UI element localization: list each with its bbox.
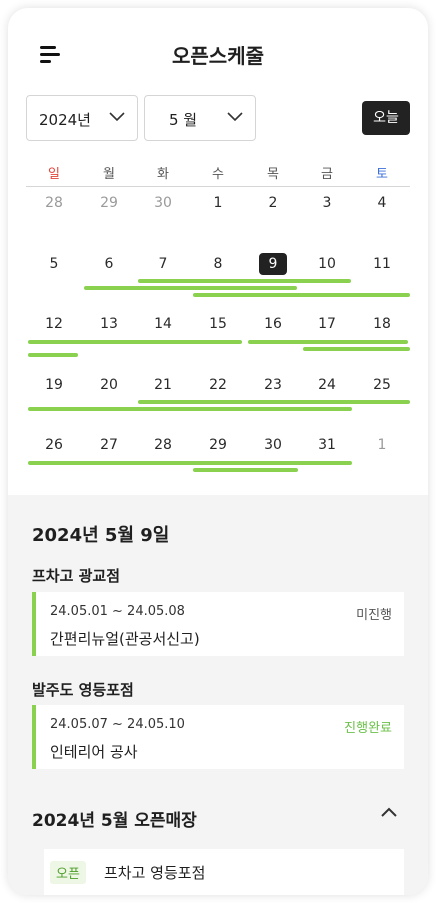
calendar-day[interactable]: 13 bbox=[94, 316, 124, 332]
app-frame: 오픈스케줄 2024년 5 월 오늘 일 월 화 수 목 금 토 28 29 30 1… bbox=[8, 8, 428, 895]
status-badge: 미진행 bbox=[356, 608, 392, 623]
header: 오픈스케줄 bbox=[8, 8, 428, 88]
chevron-down-icon bbox=[227, 112, 243, 122]
chevron-down-icon bbox=[109, 112, 125, 122]
calendar-day[interactable]: 21 bbox=[148, 377, 178, 393]
calendar-day[interactable]: 20 bbox=[94, 377, 124, 393]
weekday-fri: 금 bbox=[321, 167, 333, 182]
schedule-bar bbox=[28, 340, 242, 344]
schedule-bar bbox=[193, 293, 410, 297]
calendar-day[interactable]: 8 bbox=[203, 256, 233, 272]
calendar-day[interactable]: 5 bbox=[39, 256, 69, 272]
weekday-sat: 토 bbox=[376, 167, 388, 182]
schedule-bar bbox=[28, 353, 78, 357]
schedule-bar bbox=[138, 400, 410, 404]
schedule-bar bbox=[193, 468, 298, 472]
calendar-day[interactable]: 14 bbox=[148, 316, 178, 332]
weekday-divider bbox=[26, 186, 410, 187]
calendar-day[interactable]: 29 bbox=[203, 437, 233, 453]
year-select[interactable]: 2024년 bbox=[26, 95, 138, 141]
schedule-bar bbox=[28, 407, 352, 411]
calendar-day[interactable]: 1 bbox=[367, 437, 397, 453]
calendar-day[interactable]: 28 bbox=[148, 437, 178, 453]
weekday-sun: 일 bbox=[48, 167, 60, 182]
weekday-thu: 목 bbox=[267, 167, 279, 182]
schedule-task: 간편리뉴얼(관공서신고) bbox=[50, 630, 200, 648]
calendar-day[interactable]: 22 bbox=[203, 377, 233, 393]
calendar-day[interactable]: 11 bbox=[367, 256, 397, 272]
calendar-day[interactable]: 25 bbox=[367, 377, 397, 393]
calendar-day[interactable]: 2 bbox=[258, 195, 288, 211]
schedule-bar bbox=[138, 279, 351, 283]
today-button[interactable]: 오늘 bbox=[362, 101, 410, 135]
calendar-day[interactable]: 30 bbox=[148, 195, 178, 211]
selected-date-title: 2024년 5월 9일 bbox=[32, 525, 170, 546]
calendar-day[interactable]: 7 bbox=[148, 256, 178, 272]
calendar-day[interactable]: 27 bbox=[94, 437, 124, 453]
calendar-day[interactable]: 17 bbox=[312, 316, 342, 332]
open-store-name: 프차고 영등포점 bbox=[104, 864, 206, 882]
schedule-bar bbox=[28, 461, 352, 465]
calendar-day[interactable]: 18 bbox=[367, 316, 397, 332]
schedule-bar bbox=[303, 347, 410, 351]
weekday-mon: 월 bbox=[103, 167, 115, 182]
schedule-date-range: 24.05.01 ~ 24.05.08 bbox=[50, 604, 185, 619]
month-select[interactable]: 5 월 bbox=[144, 95, 256, 141]
calendar-day[interactable]: 4 bbox=[367, 195, 397, 211]
calendar-day[interactable]: 28 bbox=[39, 195, 69, 211]
schedule-card[interactable]: 24.05.01 ~ 24.05.08 간편리뉴얼(관공서신고) 미진행 bbox=[32, 592, 404, 656]
calendar-day[interactable]: 30 bbox=[258, 437, 288, 453]
calendar-day[interactable]: 23 bbox=[258, 377, 288, 393]
year-select-value: 2024년 bbox=[39, 111, 91, 129]
weekday-tue: 화 bbox=[157, 167, 169, 182]
schedule-task: 인테리어 공사 bbox=[50, 743, 138, 761]
calendar-day[interactable]: 19 bbox=[39, 377, 69, 393]
open-badge: 오픈 bbox=[50, 861, 86, 884]
calendar-day[interactable]: 3 bbox=[312, 195, 342, 211]
page-title: 오픈스케줄 bbox=[172, 44, 264, 68]
calendar-day[interactable]: 15 bbox=[203, 316, 233, 332]
calendar-day[interactable]: 24 bbox=[312, 377, 342, 393]
calendar-day[interactable]: 31 bbox=[312, 437, 342, 453]
calendar-day[interactable]: 1 bbox=[203, 195, 233, 211]
open-store-card[interactable]: 오픈 프차고 영등포점 bbox=[44, 849, 404, 895]
month-select-value: 5 월 bbox=[169, 111, 198, 129]
store-name: 프차고 광교점 bbox=[32, 567, 121, 585]
schedule-bar bbox=[248, 340, 408, 344]
calendar-day[interactable]: 26 bbox=[39, 437, 69, 453]
calendar-day[interactable]: 16 bbox=[258, 316, 288, 332]
calendar-day[interactable]: 29 bbox=[94, 195, 124, 211]
schedule-card[interactable]: 24.05.07 ~ 24.05.10 인테리어 공사 진행완료 bbox=[32, 705, 404, 769]
calendar-day[interactable]: 10 bbox=[312, 256, 342, 272]
chevron-up-icon[interactable] bbox=[380, 806, 398, 818]
weekday-wed: 수 bbox=[212, 167, 224, 182]
store-name: 발주도 영등포점 bbox=[32, 681, 134, 699]
open-stores-title: 2024년 5월 오픈매장 bbox=[32, 811, 197, 831]
schedule-bar bbox=[84, 286, 297, 290]
calendar-day[interactable]: 12 bbox=[39, 316, 69, 332]
calendar-day-selected[interactable]: 9 bbox=[259, 253, 287, 275]
calendar-day[interactable]: 6 bbox=[94, 256, 124, 272]
status-badge: 진행완료 bbox=[344, 721, 392, 736]
schedule-date-range: 24.05.07 ~ 24.05.10 bbox=[50, 717, 185, 732]
